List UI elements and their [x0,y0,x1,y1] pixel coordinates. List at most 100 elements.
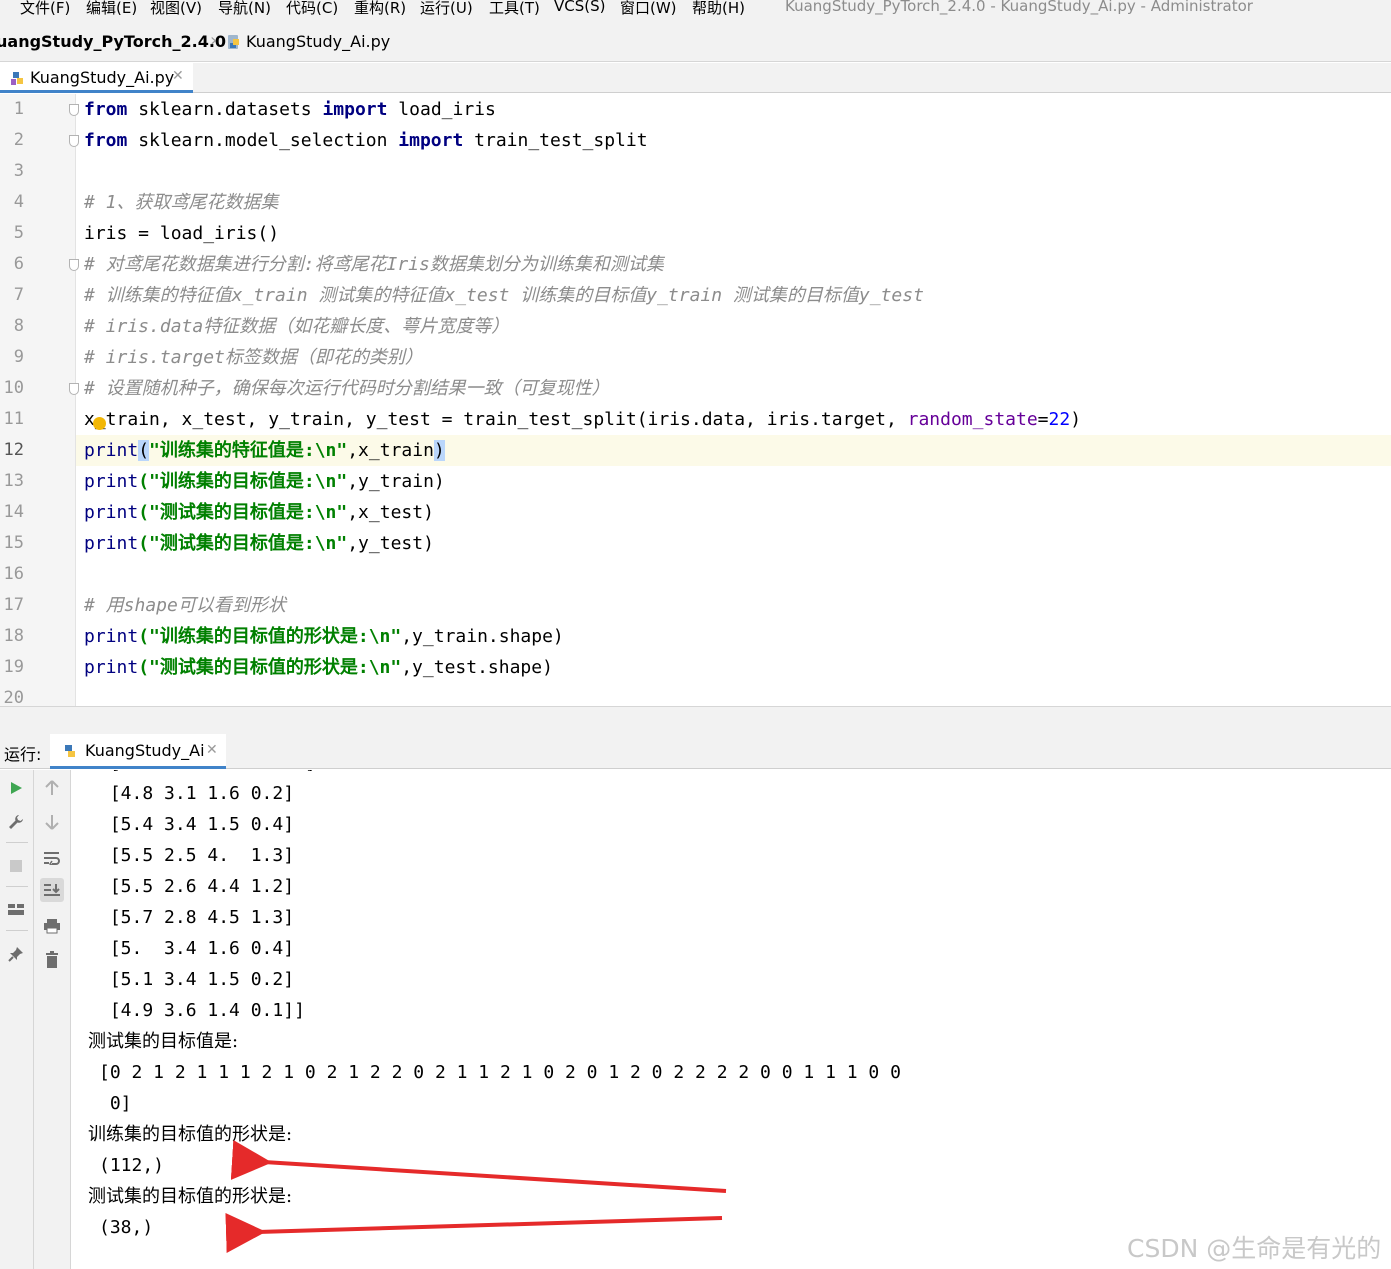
module-name: sklearn.model_selection [127,130,399,151]
code-line-12: print("训练集的特征值是:\n",x_train) [84,435,445,466]
menu-view[interactable]: 视图(V) [150,0,202,18]
string-literal: "训练集的特征值是:\n" [149,440,348,461]
fold-marker-icon[interactable] [69,135,79,147]
arrow-up-icon [45,780,59,795]
param-name: random_state [907,409,1038,430]
run-tab-label: KuangStudy_Ai [85,741,205,760]
line-number: 5 [13,223,24,243]
scroll-down-button[interactable] [40,810,64,834]
line-number: 7 [13,285,24,305]
scroll-to-end-icon [44,884,60,896]
arrow-down-icon [45,815,59,830]
line-number: 11 [3,409,24,429]
console-line: 测试集的目标值是: [88,1031,239,1052]
run-console-output[interactable]: [ ] [4.8 3.1 1.6 0.2] [5.4 3.4 1.5 0.4] … [71,770,1391,1269]
menu-refactor[interactable]: 重构(R) [354,0,406,18]
python-file-icon [10,70,26,90]
builtin-function: print [84,626,139,647]
menu-run[interactable]: 运行(U) [420,0,473,18]
layout-button[interactable] [4,898,28,922]
code-line-14: print("测试集的目标值是:\n",x_test) [84,497,434,528]
import-name: load_iris [387,99,496,120]
fold-marker-icon[interactable] [69,104,79,116]
console-line: [4.8 3.1 1.6 0.2] [99,783,295,804]
line-number: 19 [3,657,24,677]
menu-navigate[interactable]: 导航(N) [218,0,271,18]
code-token: ,y_train.shape) [401,626,564,647]
code-token: = [1037,409,1049,430]
code-line-8: # iris.data特征数据（如花瓣长度、萼片宽度等） [84,316,510,337]
menu-tools[interactable]: 工具(T) [489,0,540,18]
soft-wrap-button[interactable] [40,846,64,870]
line-number: 16 [3,564,24,584]
line-number: 17 [3,595,24,615]
code-line-5: iris = load_iris() [84,223,280,244]
string-literal: ("训练集的目标值是:\n" [138,471,348,492]
trash-icon [46,951,58,968]
code-line-11: x_train, x_test, y_train, y_test = train… [84,404,1081,435]
code-line-2: from sklearn.model_selection import trai… [84,125,648,156]
editor-tab-label: KuangStudy_Ai.py [30,68,175,87]
run-tool-window-header: 运行: KuangStudy_Ai ✕ [0,734,1391,769]
fold-marker-icon[interactable] [69,383,79,395]
menu-window[interactable]: 窗口(W) [620,0,677,18]
run-label: 运行: [4,745,42,764]
code-line-6: # 对鸢尾花数据集进行分割:将鸢尾花Iris数据集划分为训练集和测试集 [84,254,664,275]
code-token: _train, x_test, y_train, y_test = train_… [94,409,908,430]
panel-splitter[interactable] [0,706,1391,734]
clear-all-button[interactable] [40,948,64,972]
scroll-to-end-button[interactable] [40,878,64,902]
code-token: ,x_test) [347,502,434,523]
code-line-10: # 设置随机种子，确保每次运行代码时分割结果一致（可复现性） [84,378,610,399]
fold-marker-icon[interactable] [69,259,79,271]
breadcrumb-project[interactable]: uangStudy_PyTorch_2.4.0 [0,32,226,51]
pin-tab-button[interactable] [4,942,28,966]
code-token: ,y_test) [347,533,434,554]
console-line: (112,) [99,1155,165,1176]
editor-tab[interactable]: KuangStudy_Ai.py ✕ [0,63,193,93]
scroll-up-button[interactable] [40,776,64,800]
close-icon[interactable]: ✕ [172,68,184,84]
number-literal: 22 [1048,409,1071,430]
run-tab[interactable]: KuangStudy_Ai ✕ [50,734,226,769]
module-name: sklearn.datasets [127,99,323,120]
console-line-partial: [ ] [99,770,316,771]
breadcrumb-file[interactable]: KuangStudy_Ai.py [246,32,390,51]
console-line: [5. 3.4 1.6 0.4] [99,938,295,959]
builtin-function: print [84,533,139,554]
menu-help[interactable]: 帮助(H) [692,0,745,18]
string-literal: ("测试集的目标值是:\n" [138,502,348,523]
rerun-button[interactable] [4,776,28,800]
menu-edit[interactable]: 编辑(E) [86,0,137,18]
menu-vcs[interactable]: VCS(S) [554,0,605,15]
toolbar-separator [6,842,28,843]
code-line-13: print("训练集的目标值是:\n",y_train) [84,466,445,497]
menu-code[interactable]: 代码(C) [286,0,338,18]
builtin-function: print [84,471,139,492]
stop-button[interactable] [4,854,28,878]
line-number: 15 [3,533,24,553]
code-token: ,x_train [347,440,434,461]
pin-icon [8,947,23,962]
line-number: 6 [13,254,24,274]
stop-icon [10,860,22,872]
import-name: train_test_split [463,130,648,151]
keyword: from [84,130,128,151]
line-number-gutter: 1 2 3 4 5 6 7 8 9 10 11 12 13 14 15 16 1… [0,94,76,706]
line-number: 18 [3,626,24,646]
line-number: 20 [3,688,24,706]
console-line: [5.4 3.4 1.5 0.4] [99,814,295,835]
menu-file[interactable]: 文件(F) [20,0,70,18]
edit-configuration-button[interactable] [4,810,28,834]
printer-icon [44,919,60,934]
close-icon[interactable]: ✕ [206,742,218,758]
code-editor[interactable]: 1 2 3 4 5 6 7 8 9 10 11 12 13 14 15 16 1… [0,94,1391,706]
code-line-4: # 1、获取鸢尾花数据集 [84,192,279,213]
play-icon [11,782,22,794]
print-button[interactable] [40,914,64,938]
intention-bulb-icon[interactable] [93,417,106,430]
string-literal: ("测试集的目标值是:\n" [138,533,348,554]
string-literal: ("训练集的目标值的形状是:\n" [138,626,402,647]
line-number: 14 [3,502,24,522]
line-number: 9 [13,347,24,367]
